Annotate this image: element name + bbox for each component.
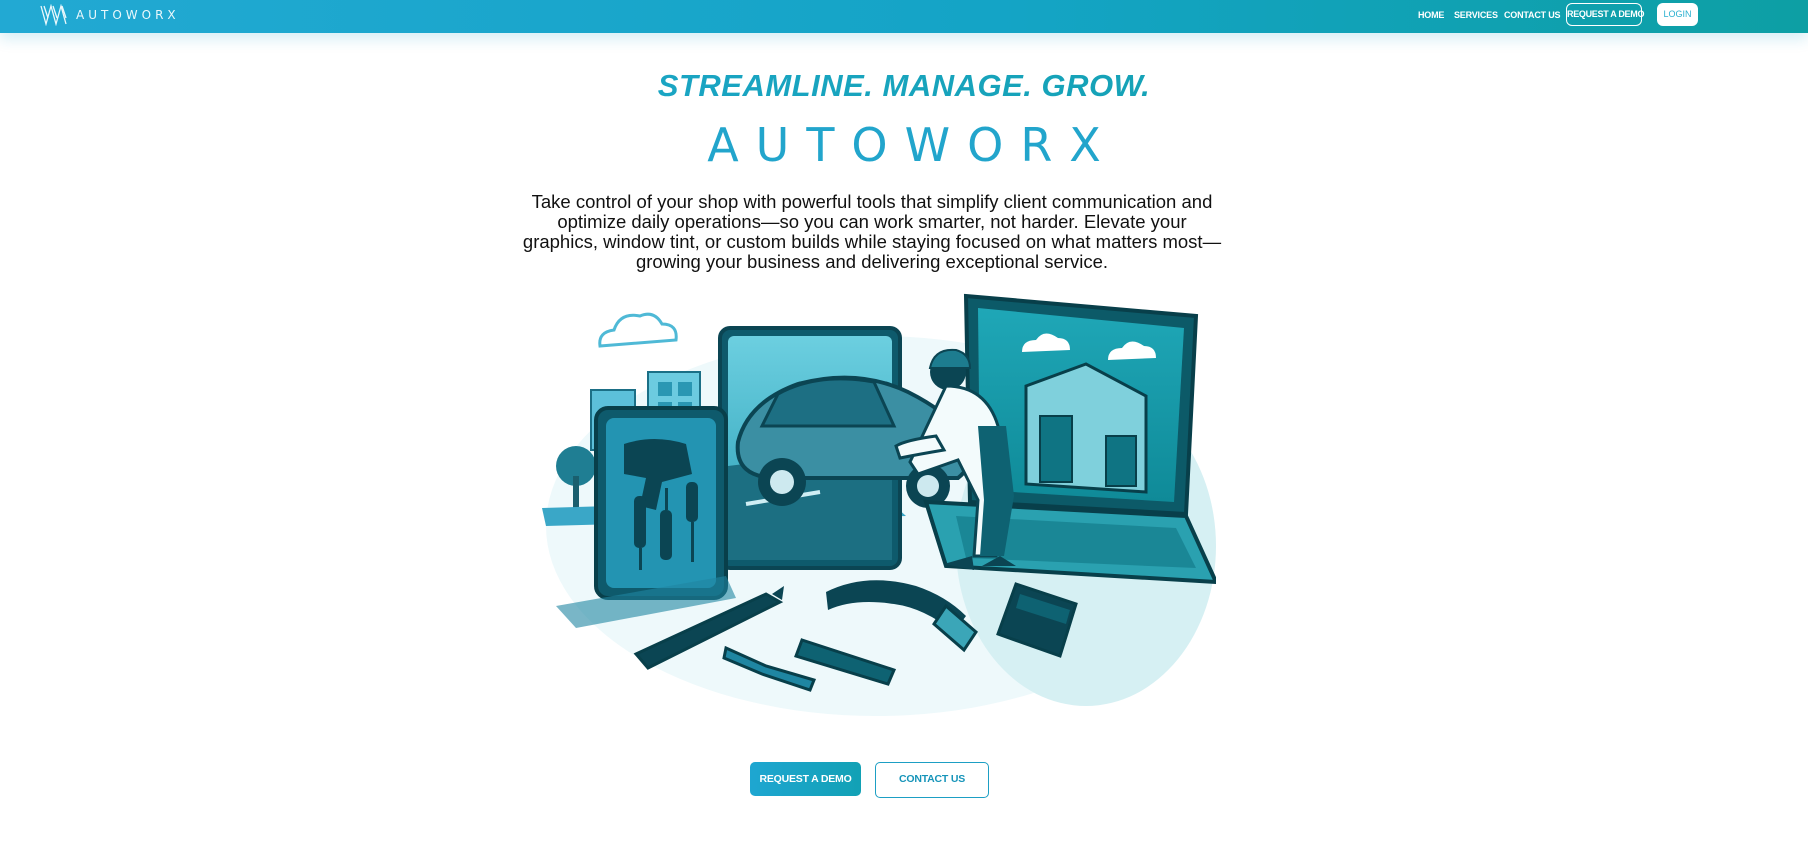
nav-link-contact-us[interactable]: CONTACT US xyxy=(1504,10,1561,20)
autoworx-logo-icon xyxy=(40,4,67,26)
hero-brand-title: AUTOWORX xyxy=(707,118,1118,172)
nav-logo[interactable]: AUTOWORX xyxy=(40,4,180,26)
contact-us-button[interactable]: CONTACT US xyxy=(875,762,989,798)
nav-login-button[interactable]: LOGIN xyxy=(1657,3,1698,26)
top-navbar: AUTOWORX HOME SERVICES CONTACT US REQUES… xyxy=(0,0,1808,33)
hero-illustration xyxy=(542,293,1216,716)
hero-intro-text: Take control of your shop with powerful … xyxy=(522,191,1222,272)
nav-logo-wordmark: AUTOWORX xyxy=(76,8,180,22)
hero-tagline: STREAMLINE. MANAGE. GROW. xyxy=(0,68,1808,104)
nav-request-demo-button[interactable]: REQUEST A DEMO xyxy=(1566,3,1644,26)
request-demo-button[interactable]: REQUEST A DEMO xyxy=(750,762,861,796)
nav-link-services[interactable]: SERVICES xyxy=(1454,10,1498,20)
nav-link-home[interactable]: HOME xyxy=(1418,10,1444,20)
